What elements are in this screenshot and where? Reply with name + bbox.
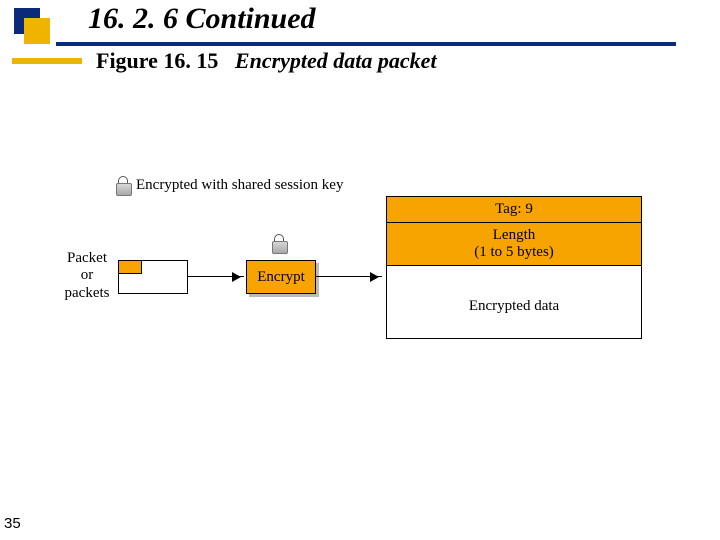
packet-label-line: packets bbox=[65, 285, 110, 301]
arrow-icon bbox=[188, 276, 244, 277]
diagram: Encrypted with shared session key Packet… bbox=[60, 180, 680, 360]
page-number: 35 bbox=[0, 515, 21, 532]
figure-number: Figure 16. 15 bbox=[96, 48, 218, 73]
title-tick bbox=[12, 58, 82, 64]
arrow-icon bbox=[316, 276, 382, 277]
figure-label: Figure 16. 15 Encrypted data packet bbox=[96, 48, 437, 74]
table-row-body: Encrypted data bbox=[387, 266, 641, 338]
figure-caption: Encrypted data packet bbox=[235, 48, 437, 73]
lock-icon bbox=[116, 176, 130, 194]
lock-icon bbox=[272, 234, 286, 252]
encrypt-box: Encrypt bbox=[246, 260, 316, 294]
legend: Encrypted with shared session key bbox=[116, 176, 343, 194]
header-bullet-icon bbox=[24, 18, 50, 44]
section-title: 16. 2. 6 Continued bbox=[88, 2, 316, 36]
table-row-tag: Tag: 9 bbox=[387, 197, 641, 223]
packet-structure-table: Tag: 9 Length (1 to 5 bytes) Encrypted d… bbox=[386, 196, 642, 339]
legend-text: Encrypted with shared session key bbox=[136, 177, 343, 194]
packet-label: Packet or packets bbox=[56, 250, 118, 302]
packet-box bbox=[118, 260, 188, 294]
packet-label-line: Packet bbox=[67, 250, 107, 266]
packet-label-line: or bbox=[81, 267, 94, 283]
title-underline bbox=[56, 42, 676, 46]
table-row-length: Length (1 to 5 bytes) bbox=[387, 223, 641, 266]
